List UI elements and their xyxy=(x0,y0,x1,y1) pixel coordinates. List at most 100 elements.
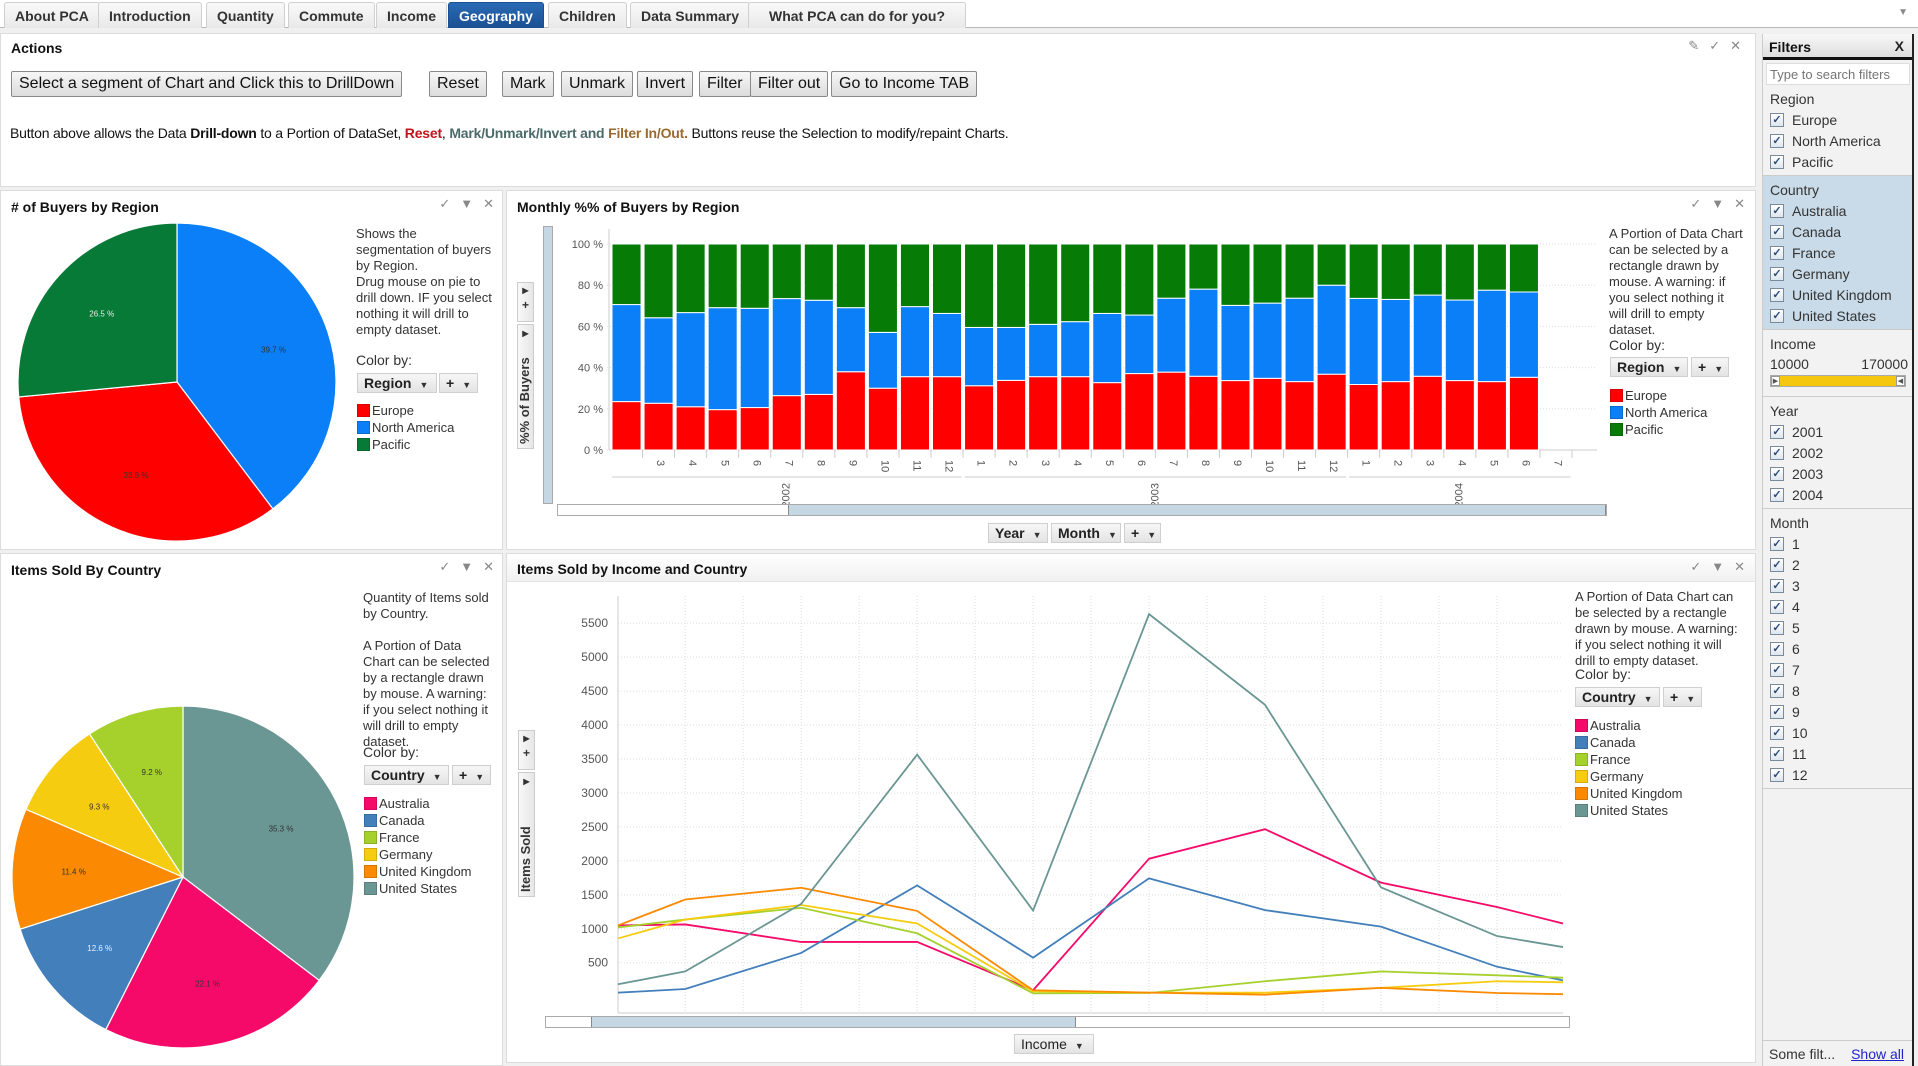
x-axis-add-dropdown[interactable]: + ▼ xyxy=(1124,523,1161,543)
monthly-stacked-bar-chart[interactable]: 0 %20 %40 %60 %80 %100 %3 4 5 6 7 8 9 10 11 12 1 2 3… xyxy=(547,219,1617,509)
filter-item-12[interactable]: ✓ 12 xyxy=(1770,764,1912,785)
checkbox-checked-icon[interactable]: ✓ xyxy=(1770,224,1784,239)
tab-overflow-icon[interactable]: ▼ xyxy=(1898,7,1908,18)
filter-item-united-kingdom[interactable]: ✓ United Kingdom xyxy=(1770,284,1912,305)
checkbox-checked-icon[interactable]: ✓ xyxy=(1770,725,1784,740)
checkbox-checked-icon[interactable]: ✓ xyxy=(1770,445,1784,460)
legend-item-europe[interactable]: Europe xyxy=(1610,387,1707,404)
filter-out-button[interactable]: Filter out xyxy=(750,71,829,97)
add-color-dropdown[interactable]: + ▼ xyxy=(439,373,478,393)
legend-item-canada[interactable]: Canada xyxy=(364,812,472,829)
axis-expand-control[interactable]: ▶ + xyxy=(518,730,535,770)
dropdown-icon[interactable]: ▼ xyxy=(1711,559,1724,575)
x-axis-year-dropdown[interactable]: Year ▼ xyxy=(988,523,1048,543)
checkbox-checked-icon[interactable]: ✓ xyxy=(1770,767,1784,782)
color-by-region-dropdown[interactable]: Region ▼ xyxy=(1610,357,1688,377)
range-min-handle[interactable]: ▶ xyxy=(1771,376,1780,386)
legend-item-united-states[interactable]: United States xyxy=(364,880,472,897)
filter-item-3[interactable]: ✓ 3 xyxy=(1770,575,1912,596)
legend-item-united-states[interactable]: United States xyxy=(1575,802,1683,819)
filter-item-france[interactable]: ✓ France xyxy=(1770,242,1912,263)
reset-button[interactable]: Reset xyxy=(429,71,487,97)
checkbox-checked-icon[interactable]: ✓ xyxy=(1770,599,1784,614)
filter-item-1[interactable]: ✓ 1 xyxy=(1770,533,1912,554)
filter-item-7[interactable]: ✓ 7 xyxy=(1770,659,1912,680)
filter-item-north-america[interactable]: ✓ North America xyxy=(1770,130,1912,151)
color-by-country-dropdown[interactable]: Country ▼ xyxy=(1575,687,1660,707)
legend-item-australia[interactable]: Australia xyxy=(1575,717,1683,734)
checkbox-checked-icon[interactable]: ✓ xyxy=(1770,308,1784,323)
drilldown-button[interactable]: Select a segment of Chart and Click this… xyxy=(11,71,403,97)
invert-button[interactable]: Invert xyxy=(637,71,694,97)
filter-item-8[interactable]: ✓ 8 xyxy=(1770,680,1912,701)
checkbox-checked-icon[interactable]: ✓ xyxy=(1770,245,1784,260)
x-axis-income-dropdown[interactable]: Income ▼ xyxy=(1014,1034,1094,1054)
dropdown-icon[interactable]: ▼ xyxy=(460,559,473,575)
legend-item-united-kingdom[interactable]: United Kingdom xyxy=(1575,785,1683,802)
filter-item-pacific[interactable]: ✓ Pacific xyxy=(1770,151,1912,172)
dropdown-icon[interactable]: ▼ xyxy=(460,196,473,212)
filter-item-2[interactable]: ✓ 2 xyxy=(1770,554,1912,575)
checkbox-checked-icon[interactable]: ✓ xyxy=(1770,154,1784,169)
unmark-button[interactable]: Unmark xyxy=(561,71,634,97)
legend-item-france[interactable]: France xyxy=(364,829,472,846)
checkbox-checked-icon[interactable]: ✓ xyxy=(1770,578,1784,593)
show-all-link[interactable]: Show all xyxy=(1851,1046,1904,1062)
filter-item-5[interactable]: ✓ 5 xyxy=(1770,617,1912,638)
checkbox-checked-icon[interactable]: ✓ xyxy=(1770,466,1784,481)
legend-item-europe[interactable]: Europe xyxy=(357,402,454,419)
tab-commute[interactable]: Commute xyxy=(288,2,375,28)
edit-icon[interactable]: ✎ xyxy=(1688,38,1699,54)
legend-item-germany[interactable]: Germany xyxy=(364,846,472,863)
close-icon[interactable]: X xyxy=(1895,38,1904,54)
filter-item-11[interactable]: ✓ 11 xyxy=(1770,743,1912,764)
checkbox-checked-icon[interactable]: ✓ xyxy=(1770,487,1784,502)
income-line-chart[interactable]: 500 1000 1500 2000 2500 3000 3500 4000 4500 5000 5… xyxy=(547,584,1607,1024)
horizontal-scrollbar[interactable] xyxy=(557,504,1607,516)
checkbox-checked-icon[interactable]: ✓ xyxy=(1770,424,1784,439)
check-icon[interactable]: ✓ xyxy=(439,196,450,212)
check-icon[interactable]: ✓ xyxy=(439,559,450,575)
x-axis-month-dropdown[interactable]: Month ▼ xyxy=(1051,523,1121,543)
color-by-country-dropdown[interactable]: Country ▼ xyxy=(364,765,449,785)
close-icon[interactable]: ✕ xyxy=(483,196,494,212)
filter-item-4[interactable]: ✓ 4 xyxy=(1770,596,1912,617)
checkbox-checked-icon[interactable]: ✓ xyxy=(1770,266,1784,281)
legend-item-united-kingdom[interactable]: United Kingdom xyxy=(364,863,472,880)
filter-item-2001[interactable]: ✓ 2001 xyxy=(1770,421,1912,442)
mark-button[interactable]: Mark xyxy=(502,71,554,97)
legend-item-north-america[interactable]: North America xyxy=(1610,404,1707,421)
color-by-region-dropdown[interactable]: Region ▼ xyxy=(357,373,437,393)
filter-item-germany[interactable]: ✓ Germany xyxy=(1770,263,1912,284)
close-icon[interactable]: ✕ xyxy=(1734,559,1745,575)
go-to-income-tab-button[interactable]: Go to Income TAB xyxy=(831,71,978,97)
legend-item-france[interactable]: France xyxy=(1575,751,1683,768)
check-icon[interactable]: ✓ xyxy=(1690,196,1701,212)
checkbox-checked-icon[interactable]: ✓ xyxy=(1770,662,1784,677)
tab-about-pca[interactable]: About PCA xyxy=(4,2,100,28)
legend-item-north-america[interactable]: North America xyxy=(357,419,454,436)
filter-item-canada[interactable]: ✓ Canada xyxy=(1770,221,1912,242)
filter-item-europe[interactable]: ✓ Europe xyxy=(1770,109,1912,130)
close-icon[interactable]: ✕ xyxy=(1730,38,1741,54)
legend-item-australia[interactable]: Australia xyxy=(364,795,472,812)
checkbox-checked-icon[interactable]: ✓ xyxy=(1770,683,1784,698)
add-color-dropdown[interactable]: + ▼ xyxy=(1663,687,1702,707)
tab-geography[interactable]: Geography xyxy=(448,2,544,28)
scrollbar-thumb[interactable] xyxy=(591,1017,1076,1027)
tab-data-summary[interactable]: Data Summary xyxy=(630,2,751,28)
filter-item-2003[interactable]: ✓ 2003 xyxy=(1770,463,1912,484)
filter-item-2004[interactable]: ✓ 2004 xyxy=(1770,484,1912,505)
horizontal-scrollbar[interactable] xyxy=(545,1016,1570,1028)
checkbox-checked-icon[interactable]: ✓ xyxy=(1770,704,1784,719)
axis-expand-control[interactable]: ▶ + xyxy=(517,282,534,322)
scrollbar-thumb[interactable] xyxy=(788,505,1606,515)
filter-item-australia[interactable]: ✓ Australia xyxy=(1770,200,1912,221)
dropdown-icon[interactable]: ▼ xyxy=(1711,196,1724,212)
tab-children[interactable]: Children xyxy=(548,2,627,28)
filter-item-10[interactable]: ✓ 10 xyxy=(1770,722,1912,743)
add-color-dropdown[interactable]: + ▼ xyxy=(452,765,491,785)
checkbox-checked-icon[interactable]: ✓ xyxy=(1770,641,1784,656)
checkbox-checked-icon[interactable]: ✓ xyxy=(1770,133,1784,148)
filter-item-9[interactable]: ✓ 9 xyxy=(1770,701,1912,722)
